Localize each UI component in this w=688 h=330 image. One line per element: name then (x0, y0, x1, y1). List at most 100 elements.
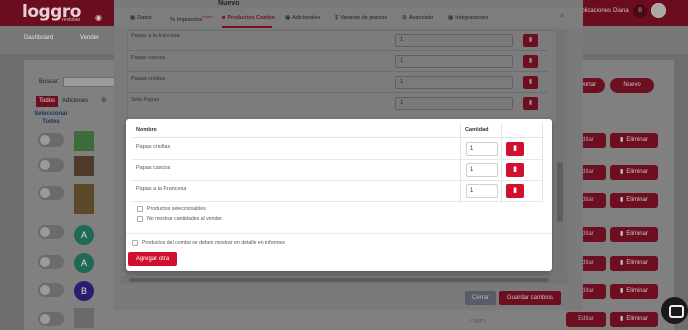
delete-button[interactable]: ▮ Eliminar (610, 133, 658, 148)
combo-row-delete[interactable]: ▮ (523, 97, 538, 110)
hide-quantities-label: No mostrar cantidades al vender (147, 216, 222, 222)
selectable-products-label: Productos seleccionables (147, 206, 206, 212)
delete-button[interactable]: ▮ Eliminar (610, 165, 658, 180)
trash-icon: ▮ (620, 288, 624, 294)
trash-icon: ▮ (513, 145, 517, 152)
delete-button[interactable]: ▮ Eliminar (610, 312, 658, 327)
combo-row-qty[interactable]: 1 (395, 34, 513, 47)
vertical-scrollbar[interactable] (556, 30, 565, 275)
notification-badge[interactable]: 0 (633, 4, 647, 18)
edit-button[interactable]: Editar (566, 312, 606, 327)
combo-row-label: Solo Papas (131, 97, 160, 103)
show-detail-checkbox[interactable] (132, 240, 138, 246)
row-divider (128, 50, 548, 51)
column-divider (542, 123, 543, 203)
gear-icon: ⚙ (402, 15, 407, 21)
delete-button[interactable]: ▮ (506, 163, 524, 177)
save-changes-button[interactable]: Guardar cambios (499, 291, 561, 305)
row-toggle[interactable] (38, 225, 64, 239)
nav-dashboard[interactable]: Dashboard (24, 35, 53, 41)
tab-todos[interactable]: Todos (36, 96, 58, 107)
product-thumbnail (74, 156, 94, 176)
combo-row-label: Papas a la francesa (131, 33, 180, 39)
product-modal-title: Nuevo (218, 0, 240, 7)
row-toggle[interactable] (38, 255, 64, 269)
new-button[interactable]: Nuevo (610, 78, 654, 93)
combo-row-delete[interactable]: ▮ (523, 55, 538, 68)
trash-icon: ▮ (620, 316, 624, 322)
quantity-input[interactable]: 1 (466, 184, 498, 198)
row-divider (128, 92, 548, 93)
combo-row-delete[interactable]: ▮ (523, 34, 538, 47)
product-avatar: A (74, 225, 94, 245)
grid-icon: ▦ (448, 15, 454, 21)
combo-row-qty[interactable]: 1 (395, 76, 513, 89)
tab-productos-combo[interactable]: ■ Productos Combo (222, 15, 275, 21)
close-icon[interactable]: × (560, 13, 564, 20)
row-toggle[interactable] (38, 133, 64, 147)
tab-b[interactable]: B (102, 98, 106, 104)
search-label: Buscar: (39, 79, 60, 85)
add-another-button[interactable]: Agregar otra (128, 252, 177, 266)
tab-datos[interactable]: ▦ Datos (130, 15, 152, 21)
tab-adicionales[interactable]: ▦ Adicionales (285, 15, 320, 21)
tab-impuestos[interactable]: % ImpuestosNuevo (170, 15, 212, 23)
table-row: Papas criollas 1 ▮ (132, 139, 542, 160)
combo-row-label: Papas cascos (131, 55, 166, 61)
show-detail-label: Productos del combo se deben mostrar en … (142, 240, 286, 246)
delete-button[interactable]: ▮ (506, 142, 524, 156)
user-name[interactable]: Diana (613, 8, 629, 14)
combo-row-qty[interactable]: 1 (395, 55, 513, 68)
horizontal-scrollbar[interactable] (120, 276, 568, 284)
eye-icon[interactable]: ◉ (95, 13, 102, 22)
product-avatar: A (74, 253, 94, 273)
combo-row-delete[interactable]: ▮ (523, 76, 538, 89)
trash-icon: ▮ (620, 169, 624, 175)
row-toggle[interactable] (38, 283, 64, 297)
trash-icon: ▮ (620, 231, 624, 237)
combo-row-qty[interactable]: 1 (395, 97, 513, 110)
trash-icon: ▮ (620, 137, 624, 143)
chat-button[interactable] (661, 297, 688, 324)
row-toggle[interactable] (38, 158, 64, 172)
scrollbar-thumb[interactable] (557, 162, 563, 222)
percent-icon: % (170, 16, 175, 23)
delete-button[interactable]: ▮ Eliminar (610, 256, 658, 271)
row-toggle[interactable] (38, 312, 64, 326)
delete-button[interactable]: ▮ (506, 184, 524, 198)
column-header-name: Nombre (136, 127, 157, 133)
trash-icon: ▮ (513, 166, 517, 173)
active-tab-indicator (222, 26, 272, 28)
bag-icon: ■ (222, 15, 226, 21)
scrollbar-thumb[interactable] (129, 278, 549, 282)
combo-row-label: Papas criollas (131, 76, 166, 82)
table-row: Papas cascos 1 ▮ (132, 160, 542, 181)
divider (126, 233, 552, 234)
quantity-input[interactable]: 1 (466, 142, 498, 156)
product-name: Papas a la Francesa (136, 186, 187, 192)
tab-variante-precios[interactable]: $ Variante de precios (335, 15, 387, 21)
tab-adiciones[interactable]: Adiciones (62, 98, 88, 104)
tab-integraciones[interactable]: ▦ Integraciones (448, 15, 488, 21)
tab-avanzado[interactable]: ⚙ Avanzado (402, 15, 433, 21)
nav-vender[interactable]: Vender (80, 35, 99, 41)
column-header-qty: Cantidad (465, 127, 489, 133)
delete-button[interactable]: ▮ Eliminar (610, 284, 658, 299)
close-button[interactable]: Cerrar (465, 291, 496, 305)
delete-button[interactable]: ▮ Eliminar (610, 227, 658, 242)
product-modal-tabs: ▦ Datos % ImpuestosNuevo ■ Productos Combo … (114, 8, 583, 28)
user-avatar[interactable] (651, 3, 666, 18)
row-divider (128, 71, 548, 72)
delete-button[interactable]: ▮ Eliminar (610, 193, 658, 208)
product-avatar: B (74, 281, 94, 301)
selectable-products-checkbox[interactable] (137, 206, 143, 212)
list-icon: ▦ (130, 15, 136, 21)
select-all-label[interactable]: Seleccionar Todos (34, 110, 68, 126)
product-name: Papas cascos (136, 165, 171, 171)
table-row: Papas a la Francesa 1 ▮ (132, 181, 542, 202)
row-toggle[interactable] (38, 186, 64, 200)
hide-quantities-checkbox[interactable] (137, 216, 143, 222)
quantity-input[interactable]: 1 (466, 163, 498, 177)
product-thumbnail (74, 184, 94, 214)
app-logo-subtitle: restobar (62, 17, 81, 23)
